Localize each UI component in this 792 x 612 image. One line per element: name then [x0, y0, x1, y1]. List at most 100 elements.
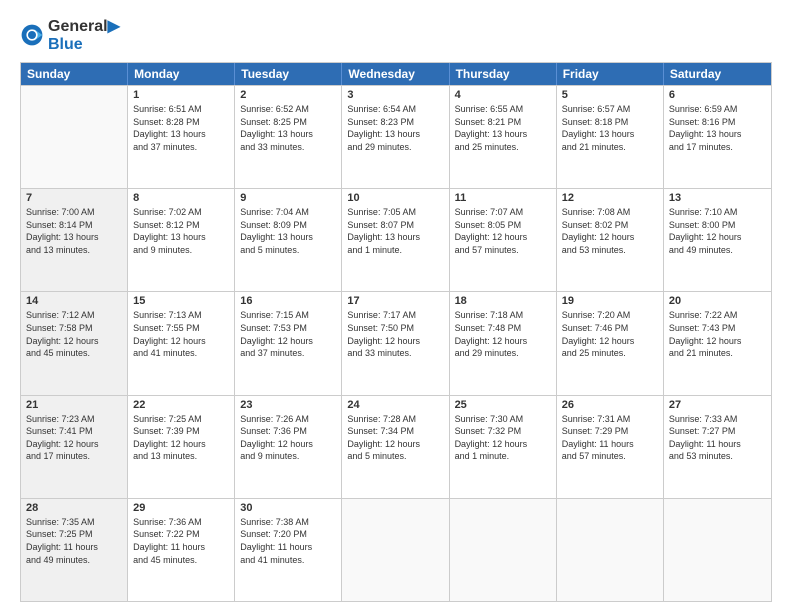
day-number: 10 — [347, 192, 443, 204]
day-info: Sunrise: 6:54 AMSunset: 8:23 PMDaylight:… — [347, 103, 443, 153]
day-number: 17 — [347, 295, 443, 307]
day-number: 22 — [133, 399, 229, 411]
day-number: 20 — [669, 295, 766, 307]
day-info: Sunrise: 6:57 AMSunset: 8:18 PMDaylight:… — [562, 103, 658, 153]
cal-cell-4-7: 27 Sunrise: 7:33 AMSunset: 7:27 PMDayligh… — [664, 396, 771, 498]
cal-cell-1-7: 6 Sunrise: 6:59 AMSunset: 8:16 PMDaylight… — [664, 86, 771, 188]
day-number: 16 — [240, 295, 336, 307]
cal-cell-4-6: 26Sunrise: 7:31 AMSunset: 7:29 PMDayligh… — [557, 396, 664, 498]
day-number: 13 — [669, 192, 766, 204]
day-info: Sunrise: 7:30 AMSunset: 7:32 PMDaylight:… — [455, 413, 551, 463]
cal-cell-3-3: 16 Sunrise: 7:15 AMSunset: 7:53 PMDayligh… — [235, 292, 342, 394]
day-info: Sunrise: 6:55 AMSunset: 8:21 PMDaylight:… — [455, 103, 551, 153]
day-number: 8 — [133, 192, 229, 204]
cal-cell-4-1: 21 Sunrise: 7:23 AMSunset: 7:41 PMDayligh… — [21, 396, 128, 498]
day-info: Sunrise: 7:25 AMSunset: 7:39 PMDaylight:… — [133, 413, 229, 463]
day-number: 30 — [240, 502, 336, 514]
day-info: Sunrise: 7:12 AMSunset: 7:58 PMDaylight:… — [26, 309, 122, 359]
day-number: 15 — [133, 295, 229, 307]
calendar-body: 1 Sunrise: 6:51 AMSunset: 8:28 PMDaylight… — [21, 85, 771, 601]
header-day-wednesday: Wednesday — [342, 63, 449, 85]
cal-cell-3-4: 17 Sunrise: 7:17 AMSunset: 7:50 PMDayligh… — [342, 292, 449, 394]
day-number: 18 — [455, 295, 551, 307]
calendar-row-2: 7 Sunrise: 7:00 AMSunset: 8:14 PMDaylight… — [21, 188, 771, 291]
day-info: Sunrise: 7:02 AMSunset: 8:12 PMDaylight:… — [133, 206, 229, 256]
day-number: 1 — [133, 89, 229, 101]
calendar: SundayMondayTuesdayWednesdayThursdayFrid… — [20, 62, 772, 602]
day-number: 9 — [240, 192, 336, 204]
day-number: 19 — [562, 295, 658, 307]
cal-cell-2-1: 7 Sunrise: 7:00 AMSunset: 8:14 PMDaylight… — [21, 189, 128, 291]
cal-cell-4-3: 23 Sunrise: 7:26 AMSunset: 7:36 PMDayligh… — [235, 396, 342, 498]
day-info: Sunrise: 7:05 AMSunset: 8:07 PMDaylight:… — [347, 206, 443, 256]
cal-cell-1-6: 5 Sunrise: 6:57 AMSunset: 8:18 PMDaylight… — [557, 86, 664, 188]
logo: General▶ Blue — [20, 16, 120, 54]
cal-cell-5-6 — [557, 499, 664, 601]
day-number: 11 — [455, 192, 551, 204]
cal-cell-2-2: 8 Sunrise: 7:02 AMSunset: 8:12 PMDaylight… — [128, 189, 235, 291]
day-info: Sunrise: 7:17 AMSunset: 7:50 PMDaylight:… — [347, 309, 443, 359]
cal-cell-2-7: 13Sunrise: 7:10 AMSunset: 8:00 PMDayligh… — [664, 189, 771, 291]
day-number: 28 — [26, 502, 122, 514]
header-day-thursday: Thursday — [450, 63, 557, 85]
cal-cell-2-3: 9 Sunrise: 7:04 AMSunset: 8:09 PMDaylight… — [235, 189, 342, 291]
day-info: Sunrise: 6:51 AMSunset: 8:28 PMDaylight:… — [133, 103, 229, 153]
day-number: 29 — [133, 502, 229, 514]
logo-text: General▶ Blue — [48, 16, 120, 54]
day-number: 23 — [240, 399, 336, 411]
header-day-monday: Monday — [128, 63, 235, 85]
day-info: Sunrise: 7:13 AMSunset: 7:55 PMDaylight:… — [133, 309, 229, 359]
cal-cell-5-2: 29Sunrise: 7:36 AMSunset: 7:22 PMDayligh… — [128, 499, 235, 601]
day-info: Sunrise: 7:28 AMSunset: 7:34 PMDaylight:… — [347, 413, 443, 463]
header-day-saturday: Saturday — [664, 63, 771, 85]
day-info: Sunrise: 7:00 AMSunset: 8:14 PMDaylight:… — [26, 206, 122, 256]
cal-cell-3-2: 15 Sunrise: 7:13 AMSunset: 7:55 PMDayligh… — [128, 292, 235, 394]
calendar-row-4: 21 Sunrise: 7:23 AMSunset: 7:41 PMDayligh… — [21, 395, 771, 498]
cal-cell-1-3: 2 Sunrise: 6:52 AMSunset: 8:25 PMDaylight… — [235, 86, 342, 188]
cal-cell-1-4: 3 Sunrise: 6:54 AMSunset: 8:23 PMDaylight… — [342, 86, 449, 188]
calendar-row-5: 28Sunrise: 7:35 AMSunset: 7:25 PMDayligh… — [21, 498, 771, 601]
day-info: Sunrise: 7:33 AMSunset: 7:27 PMDaylight:… — [669, 413, 766, 463]
day-number: 7 — [26, 192, 122, 204]
day-info: Sunrise: 7:38 AMSunset: 7:20 PMDaylight:… — [240, 516, 336, 566]
cal-cell-1-5: 4 Sunrise: 6:55 AMSunset: 8:21 PMDaylight… — [450, 86, 557, 188]
cal-cell-3-6: 19 Sunrise: 7:20 AMSunset: 7:46 PMDayligh… — [557, 292, 664, 394]
cal-cell-4-5: 25 Sunrise: 7:30 AMSunset: 7:32 PMDayligh… — [450, 396, 557, 498]
cal-cell-2-6: 12Sunrise: 7:08 AMSunset: 8:02 PMDayligh… — [557, 189, 664, 291]
cal-cell-3-1: 14Sunrise: 7:12 AMSunset: 7:58 PMDayligh… — [21, 292, 128, 394]
cal-cell-5-5 — [450, 499, 557, 601]
day-info: Sunrise: 6:59 AMSunset: 8:16 PMDaylight:… — [669, 103, 766, 153]
cal-cell-2-5: 11 Sunrise: 7:07 AMSunset: 8:05 PMDayligh… — [450, 189, 557, 291]
day-number: 21 — [26, 399, 122, 411]
header-day-friday: Friday — [557, 63, 664, 85]
calendar-header: SundayMondayTuesdayWednesdayThursdayFrid… — [21, 63, 771, 85]
day-number: 2 — [240, 89, 336, 101]
day-number: 4 — [455, 89, 551, 101]
day-number: 25 — [455, 399, 551, 411]
day-number: 27 — [669, 399, 766, 411]
cal-cell-3-5: 18 Sunrise: 7:18 AMSunset: 7:48 PMDayligh… — [450, 292, 557, 394]
day-info: Sunrise: 7:26 AMSunset: 7:36 PMDaylight:… — [240, 413, 336, 463]
day-info: Sunrise: 7:20 AMSunset: 7:46 PMDaylight:… — [562, 309, 658, 359]
day-number: 3 — [347, 89, 443, 101]
day-info: Sunrise: 7:22 AMSunset: 7:43 PMDaylight:… — [669, 309, 766, 359]
day-info: Sunrise: 7:18 AMSunset: 7:48 PMDaylight:… — [455, 309, 551, 359]
day-info: Sunrise: 7:08 AMSunset: 8:02 PMDaylight:… — [562, 206, 658, 256]
day-number: 6 — [669, 89, 766, 101]
cal-cell-5-4 — [342, 499, 449, 601]
day-info: Sunrise: 7:23 AMSunset: 7:41 PMDaylight:… — [26, 413, 122, 463]
calendar-row-1: 1 Sunrise: 6:51 AMSunset: 8:28 PMDaylight… — [21, 85, 771, 188]
day-info: Sunrise: 6:52 AMSunset: 8:25 PMDaylight:… — [240, 103, 336, 153]
cal-cell-5-7 — [664, 499, 771, 601]
header-day-sunday: Sunday — [21, 63, 128, 85]
day-info: Sunrise: 7:31 AMSunset: 7:29 PMDaylight:… — [562, 413, 658, 463]
day-number: 24 — [347, 399, 443, 411]
day-info: Sunrise: 7:07 AMSunset: 8:05 PMDaylight:… — [455, 206, 551, 256]
calendar-row-3: 14Sunrise: 7:12 AMSunset: 7:58 PMDayligh… — [21, 291, 771, 394]
day-info: Sunrise: 7:04 AMSunset: 8:09 PMDaylight:… — [240, 206, 336, 256]
day-info: Sunrise: 7:15 AMSunset: 7:53 PMDaylight:… — [240, 309, 336, 359]
cal-cell-1-2: 1 Sunrise: 6:51 AMSunset: 8:28 PMDaylight… — [128, 86, 235, 188]
header-day-tuesday: Tuesday — [235, 63, 342, 85]
cal-cell-4-4: 24 Sunrise: 7:28 AMSunset: 7:34 PMDayligh… — [342, 396, 449, 498]
day-number: 5 — [562, 89, 658, 101]
